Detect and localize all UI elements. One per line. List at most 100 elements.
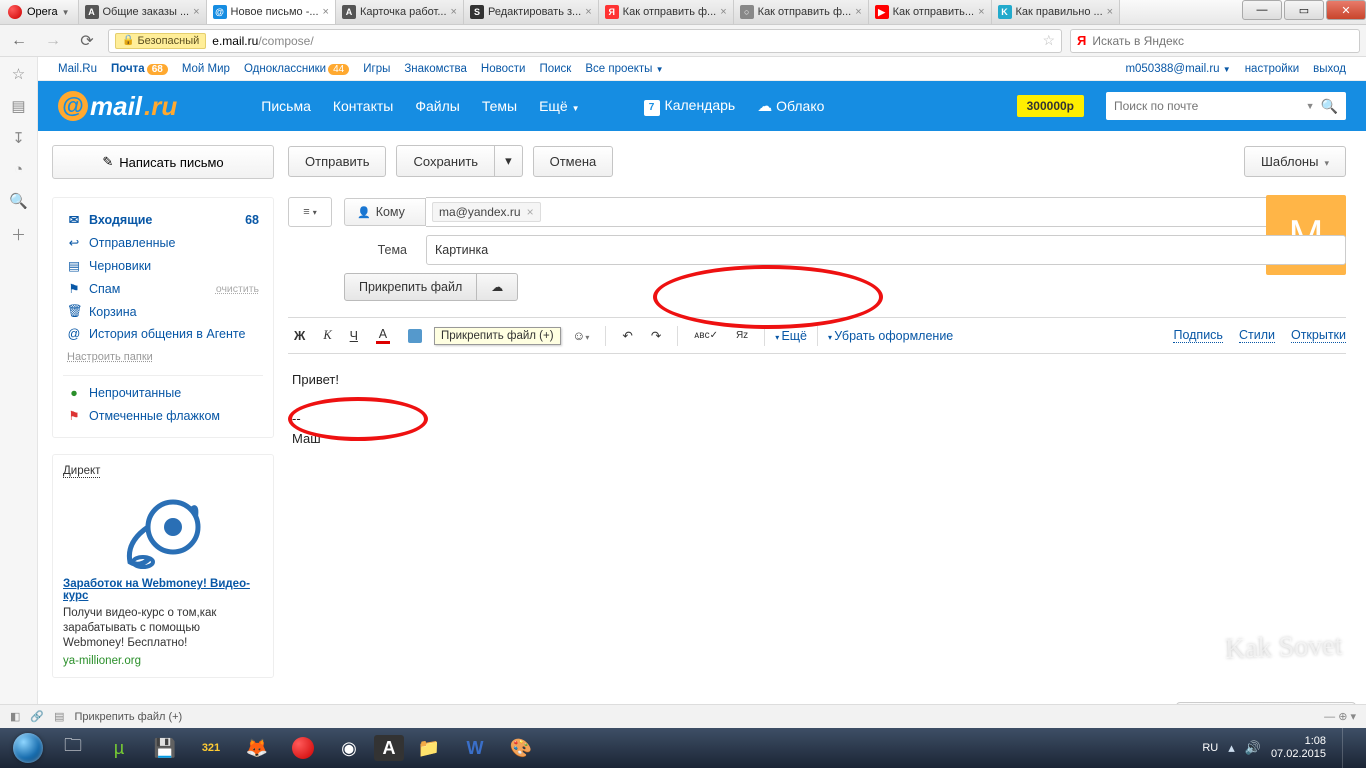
forward-button[interactable]: → [40,29,66,53]
nav-letters[interactable]: Письма [261,98,311,114]
start-button[interactable] [8,732,48,764]
mail-search-input[interactable] [1114,99,1306,113]
task-chrome[interactable]: ◉ [328,732,370,764]
clear-spam-link[interactable]: очистить [216,283,259,295]
topbar-link-mymir[interactable]: Мой Мир [182,63,230,75]
browser-tab[interactable]: ○Как отправить ф...× [734,0,869,24]
search-icon[interactable]: 🔍 [1321,98,1338,115]
topbar-link-ok[interactable]: Одноклассники44 [244,63,349,75]
add-panel-icon[interactable]: ＋ [11,224,26,245]
tray-up-icon[interactable]: ▴ [1228,740,1235,756]
tab-close-icon[interactable]: × [323,6,329,18]
topbar-link-search[interactable]: Поиск [539,63,571,75]
save-dropdown[interactable]: ▾ [495,145,523,177]
yandex-search-input[interactable] [1092,34,1353,48]
mailru-logo[interactable]: @mail.ru [58,91,177,122]
topbar-link-mail[interactable]: Почта68 [111,63,168,75]
zoom-control[interactable]: — ⊕ ▾ [1324,710,1356,723]
ad-link[interactable]: Заработок на Webmoney! Видео-курс [63,578,250,602]
task-opera[interactable] [282,732,324,764]
user-email[interactable]: m050388@mail.ru ▼ [1125,63,1230,75]
folder-unread[interactable]: ●Непрочитанные [53,382,273,404]
lang-indicator[interactable]: RU [1202,742,1218,754]
message-body[interactable]: Привет! -- Маш [288,354,1346,554]
bookmark-icon[interactable]: ☆ [1042,32,1055,49]
subject-input[interactable] [426,235,1346,265]
remove-formatting-button[interactable]: Убрать оформление [828,329,953,343]
task-mpc[interactable]: 321 [190,732,232,764]
tab-close-icon[interactable]: × [978,6,984,18]
task-paint[interactable]: 🎨 [500,732,542,764]
underline-button[interactable]: Ч [344,326,364,346]
search-icon[interactable]: 🔍 [9,192,28,210]
remove-chip-icon[interactable]: × [527,205,534,219]
task-app-a[interactable]: A [374,735,404,761]
translit-button[interactable]: Яz [730,327,754,344]
download-icon[interactable]: ↧ [12,129,25,147]
nav-themes[interactable]: Темы [482,98,517,114]
task-utorrent[interactable]: µ [98,732,140,764]
folder-sent[interactable]: ↩Отправленные [53,231,273,254]
yandex-search-box[interactable]: Я [1070,29,1360,53]
tab-close-icon[interactable]: × [585,6,591,18]
security-badge[interactable]: 🔒 Безопасный [115,33,206,49]
styles-link[interactable]: Стили [1239,328,1275,343]
minimize-button[interactable]: — [1242,0,1282,20]
cancel-button[interactable]: Отмена [533,146,614,177]
spellcheck-button[interactable]: ᴀʙᴄ✓ [688,327,724,344]
task-folder[interactable]: 📁 [408,732,450,764]
ad-image[interactable] [63,492,263,572]
logout-link[interactable]: выход [1313,63,1346,75]
configure-folders-link[interactable]: Настроить папки [53,345,273,369]
attach-file-button[interactable]: Прикрепить файл [344,273,477,301]
topbar-link-mailru[interactable]: Mail.Ru [58,63,97,75]
undo-button[interactable]: ↶ [616,325,638,346]
mail-search-box[interactable]: ▼ 🔍 [1106,92,1346,120]
maximize-button[interactable]: ▭ [1284,0,1324,20]
chevron-down-icon[interactable]: ▼ [1306,101,1315,111]
nav-more[interactable]: Ещё ▼ [539,98,579,114]
fields-menu-button[interactable]: ≡ ▾ [288,197,332,227]
folder-agent-history[interactable]: @История общения в Агенте [53,323,273,345]
panel-toggle-icon[interactable]: ◧ [10,710,20,723]
browser-tab[interactable]: ЯКак отправить ф...× [599,0,734,24]
folder-inbox[interactable]: ✉Входящие68 [53,208,273,231]
nav-contacts[interactable]: Контакты [333,98,393,114]
settings-link[interactable]: настройки [1245,63,1299,75]
tab-close-icon[interactable]: × [720,6,726,18]
history-icon[interactable]: ◔ [14,161,23,178]
tab-close-icon[interactable]: × [1107,6,1113,18]
save-button[interactable]: Сохранить [396,145,495,177]
back-button[interactable]: ← [6,29,32,53]
address-bar[interactable]: 🔒 Безопасный e.mail.ru/compose/ ☆ [108,29,1062,53]
promo-banner[interactable]: 300000р [1017,95,1084,117]
to-input[interactable]: ma@yandex.ru× [426,197,1346,227]
show-desktop-button[interactable] [1342,728,1352,768]
topbar-link-all[interactable]: Все проекты ▼ [585,63,663,75]
more-tools-button[interactable]: Ещё [775,329,807,343]
redo-button[interactable]: ↷ [645,325,667,346]
templates-button[interactable]: Шаблоны [1244,146,1346,177]
folder-spam[interactable]: ⚑Спамочистить [53,277,273,300]
browser-tab[interactable]: @Новое письмо -...× [207,0,336,24]
bold-button[interactable]: Ж [288,326,311,346]
browser-tab[interactable]: ▶Как отправить...× [869,0,992,24]
send-button[interactable]: Отправить [288,146,386,177]
tab-close-icon[interactable]: × [451,6,457,18]
ad-header[interactable]: Директ [63,465,100,478]
folder-drafts[interactable]: ▤Черновики [53,254,273,277]
text-color-button[interactable]: A [370,324,396,347]
sync-icon[interactable]: 🔗 [30,710,44,723]
task-explorer[interactable]: 🗀 [52,732,94,764]
cards-link[interactable]: Открытки [1291,328,1346,343]
task-word[interactable]: W [454,732,496,764]
volume-icon[interactable]: 🔊 [1245,740,1261,756]
topbar-link-games[interactable]: Игры [363,63,390,75]
topbar-link-dating[interactable]: Знакомства [404,63,467,75]
close-button[interactable]: ✕ [1326,0,1366,20]
browser-tab[interactable]: AОбщие заказы ...× [79,0,207,24]
attach-cloud-button[interactable]: ☁ [477,273,518,301]
note-icon[interactable]: ▤ [11,97,25,115]
browser-tab[interactable]: SРедактировать з...× [464,0,599,24]
tab-close-icon[interactable]: × [855,6,861,18]
